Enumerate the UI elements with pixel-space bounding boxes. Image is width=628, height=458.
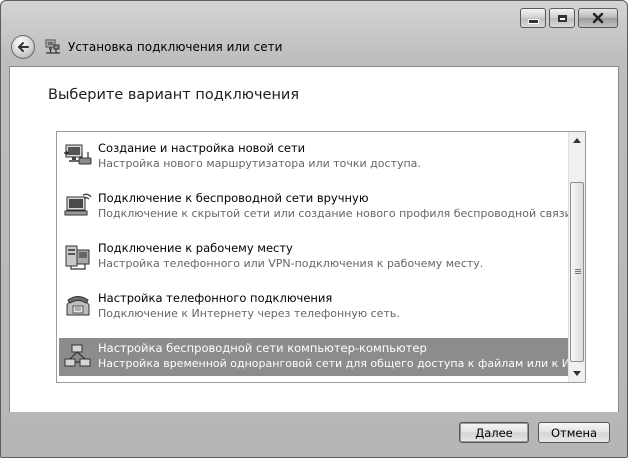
scroll-up-icon [573,138,581,143]
option-manual-wireless[interactable]: Подключение к беспроводной сети вручную … [59,188,571,226]
option-description: Настройка нового маршрутизатора или точк… [98,157,421,170]
option-text: Настройка телефонного подключения Подклю… [98,288,568,321]
option-text: Подключение к беспроводной сети вручную … [98,188,568,221]
scroll-up-button[interactable] [569,132,585,149]
option-workplace[interactable]: Подключение к рабочему месту Настройка т… [59,238,571,276]
option-adhoc-network[interactable]: Настройка беспроводной сети компьютер-ко… [59,338,571,376]
option-description: Настройка телефонного или VPN-подключени… [98,257,484,270]
option-description: Настройка временной одноранговой сети дл… [98,357,568,370]
option-description: Подключение к Интернету через телефонную… [98,307,400,320]
option-setup-new-network[interactable]: Создание и настройка новой сети Настройк… [59,138,571,176]
connection-options-list[interactable]: Создание и настройка новой сети Настройк… [56,131,586,383]
option-title: Подключение к беспроводной сети вручную [98,191,369,205]
option-text: Подключение к рабочему месту Настройка т… [98,238,568,271]
option-dialup[interactable]: Настройка телефонного подключения Подклю… [59,288,571,326]
caption-buttons [520,8,618,28]
option-description: Подключение к скрытой сети или создание … [98,207,568,220]
grip-icon [575,269,581,275]
network-wizard-icon [45,39,60,54]
minimize-icon [527,18,539,24]
list-scrollbar[interactable] [568,132,585,382]
back-arrow-icon [18,42,29,52]
option-text: Создание и настройка новой сети Настройк… [98,138,568,171]
option-title: Создание и настройка новой сети [98,141,306,155]
option-title: Настройка телефонного подключения [98,291,333,305]
back-button[interactable] [11,35,35,59]
close-icon [592,12,604,24]
option-text: Настройка беспроводной сети компьютер-ко… [98,338,568,371]
window-title: Установка подключения или сети [68,40,283,54]
minimize-button[interactable] [520,8,546,28]
workplace-network-icon [65,245,90,270]
maximize-button[interactable] [549,8,575,28]
cancel-button[interactable]: Отмена [538,422,610,443]
option-title: Настройка беспроводной сети компьютер-ко… [98,341,427,355]
wizard-window: Установка подключения или сети Выберите … [0,0,628,458]
wireless-network-icon [64,193,92,216]
page-heading: Выберите вариант подключения [48,87,300,103]
adhoc-network-icon [64,344,91,367]
option-title: Подключение к рабочему месту [98,241,293,255]
scroll-down-button[interactable] [569,365,585,382]
router-network-icon [64,144,92,165]
next-button[interactable]: Далее [459,422,529,443]
close-button[interactable] [578,8,618,28]
telephone-icon [66,296,90,316]
navigation-bar: Установка подключения или сети [11,34,282,60]
wizard-content: Выберите вариант подключения Создание и … [9,66,619,412]
maximize-icon [557,14,567,22]
scroll-down-icon [573,371,581,376]
scroll-thumb[interactable] [570,182,584,362]
